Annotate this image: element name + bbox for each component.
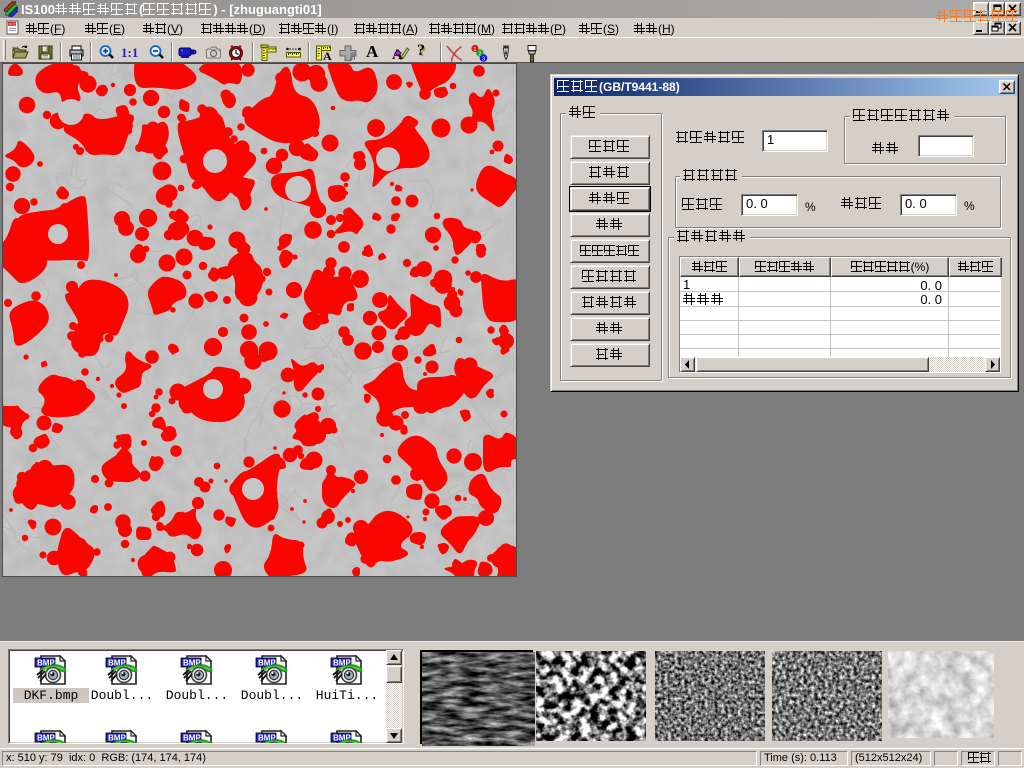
svg-text:1: 1 <box>473 47 476 53</box>
svg-text:2: 2 <box>478 52 481 58</box>
svg-text:DOC: DOC <box>9 23 17 27</box>
svg-text:3: 3 <box>482 57 485 63</box>
svg-text:A: A <box>323 49 332 62</box>
